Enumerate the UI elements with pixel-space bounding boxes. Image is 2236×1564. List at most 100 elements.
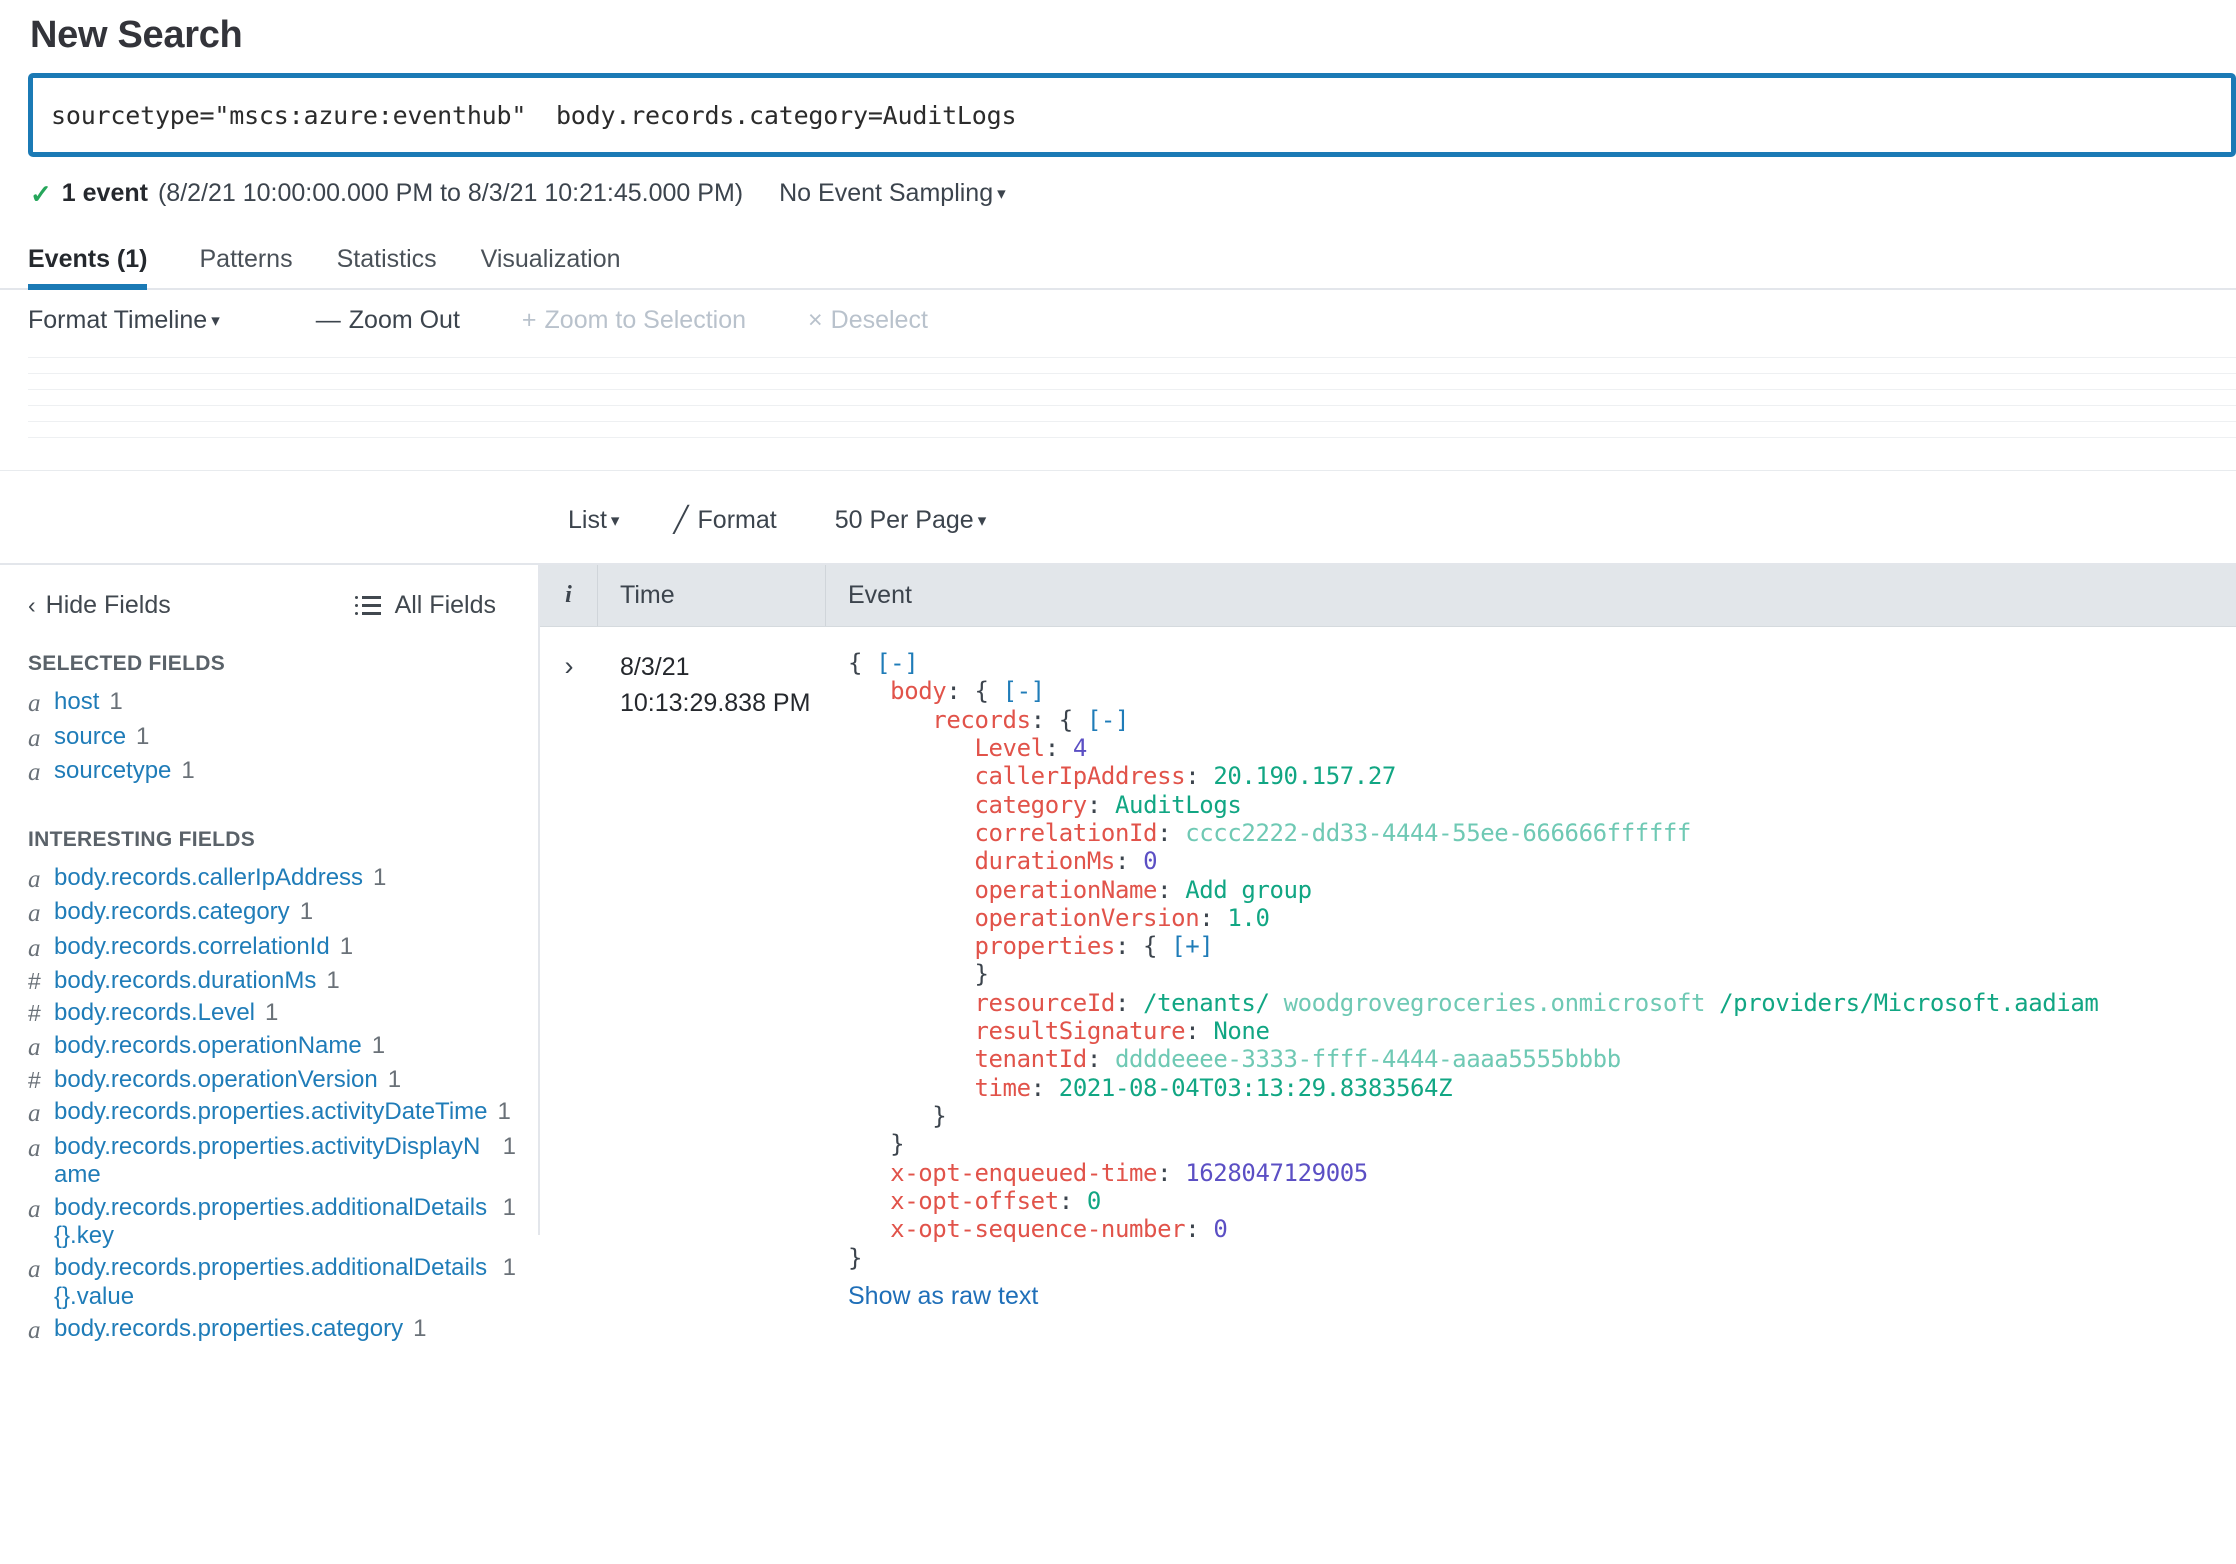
per-page-dropdown[interactable]: 50 Per Page ▾ [835,506,987,535]
result-tabs: Events (1) Patterns Statistics Visualiza… [0,228,2236,290]
json-line: time: 2021-08-04T03:13:29.8383564Z [848,1074,2236,1102]
json-key: tenantId [974,1045,1087,1074]
json-line: operationName: Add group [848,876,2236,904]
format-timeline-dropdown[interactable]: Format Timeline ▾ [28,306,220,335]
field-item[interactable]: a body.records.properties.additionalDetai… [0,1192,538,1253]
timeline-gridline [28,405,2236,406]
search-bar[interactable] [28,73,2236,157]
hide-fields-button[interactable]: ‹ Hide Fields [28,591,171,620]
field-item[interactable]: # body.records.Level 1 [0,997,538,1029]
json-value: } [890,1130,905,1159]
field-name: body.records.Level [54,999,255,1027]
json-collapse-toggle[interactable]: [-] [1003,677,1046,705]
field-item-sourcetype[interactable]: a sourcetype 1 [0,755,538,790]
json-value: : [1185,1017,1214,1046]
field-name: body.records.callerIpAddress [54,863,364,891]
event-timestamp: 8/3/21 10:13:29.838 PM [598,649,826,722]
field-type-icon: a [28,724,41,752]
json-collapse-toggle[interactable]: [-] [1087,706,1130,734]
plus-icon: + [521,306,537,334]
field-item[interactable]: a body.records.properties.category 1 [0,1313,538,1348]
field-item[interactable]: a body.records.properties.additionalDetai… [0,1252,538,1313]
json-line: x-opt-offset: 0 [848,1187,2236,1215]
field-name: body.records.operationVersion [54,1066,378,1094]
field-item[interactable]: a body.records.correlationId 1 [0,931,538,966]
json-collapse-toggle[interactable]: [-] [876,649,919,677]
selected-fields-title: SELECTED FIELDS [28,652,226,675]
json-value: : [1114,988,1144,1017]
tab-patterns[interactable]: Patterns [177,245,314,288]
field-item[interactable]: a body.records.callerIpAddress 1 [0,862,538,897]
field-item[interactable]: a body.records.properties.activityDisplay… [0,1131,538,1192]
json-value: : [1185,1215,1214,1244]
json-line: Level: 4 [848,734,2236,762]
chevron-down-icon: ▾ [997,184,1006,203]
tab-events[interactable]: Events (1) [28,245,169,290]
field-count: 1 [502,1254,516,1282]
json-value: : [1114,847,1144,876]
field-type-icon: a [28,1256,41,1284]
tab-patterns-label: Patterns [199,245,293,273]
json-line: } [848,1130,2236,1158]
show-raw-text-link[interactable]: Show as raw text [848,1282,1038,1311]
json-key: durationMs [974,847,1115,876]
format-results-button[interactable]: ╱ Format [673,505,776,535]
event-sampling-label: No Event Sampling [779,179,994,207]
field-name: host [54,688,100,715]
json-line: } [848,960,2236,988]
json-value: : [1185,762,1214,791]
tab-visualization[interactable]: Visualization [459,245,643,288]
json-value[interactable]: woodgrovegroceries.onmicrosoft [1284,989,1706,1017]
timeline-gridline [28,373,2236,374]
view-mode-dropdown[interactable]: List ▾ [568,506,619,535]
event-json-viewer[interactable]: { [-] body: { [-] records: { [-] Level: … [848,649,2236,1272]
field-name: body.records.properties.additionalDetail… [54,1254,488,1310]
event-sampling-dropdown[interactable]: No Event Sampling ▾ [779,179,1006,208]
field-count: 1 [371,1031,386,1059]
json-line: { [-] [848,649,2236,677]
tab-statistics[interactable]: Statistics [315,245,459,288]
field-item-host[interactable]: a host 1 [0,686,538,721]
field-count: 1 [265,999,279,1027]
field-item[interactable]: # body.records.operationVersion 1 [0,1064,538,1096]
timeline-chart[interactable] [0,351,2236,471]
json-value[interactable]: cccc2222-dd33-4444-55ee-666666ffffff [1185,819,1691,847]
json-value: : [1030,1073,1059,1102]
json-value: /providers/Microsoft.aadiam [1719,988,2099,1017]
all-fields-button[interactable]: All Fields [354,591,496,620]
field-item[interactable]: a body.records.properties.activityDateTim… [0,1096,538,1131]
json-value: : [1157,1158,1186,1187]
json-key: properties [974,932,1115,961]
field-name: body.records.durationMs [54,967,317,994]
json-collapse-toggle[interactable]: [+] [1171,932,1214,960]
json-value: Add group [1185,875,1312,904]
timeline-gridline [28,389,2236,390]
zoom-out-button[interactable]: — Zoom Out [316,306,460,335]
json-value[interactable]: ddddeeee-3333-ffff-4444-aaaa5555bbbb [1115,1045,1621,1073]
table-row: › 8/3/21 10:13:29.838 PM { [-] body: { [… [540,627,2236,1311]
field-item[interactable]: a body.records.category 1 [0,896,538,931]
json-key: x-opt-offset [890,1186,1059,1215]
json-key: correlationId [974,818,1158,847]
field-name: body.records.properties.additionalDetail… [54,1193,488,1249]
search-input[interactable] [33,78,2231,152]
field-item-source[interactable]: a source 1 [0,721,538,756]
field-count: 1 [497,1098,511,1126]
results-header-row: i Time Event [540,565,2236,627]
json-value: AuditLogs [1114,790,1242,819]
expand-row-toggle[interactable]: › [540,649,598,680]
json-line: correlationId: cccc2222-dd33-4444-55ee-6… [848,819,2236,847]
field-count: 1 [373,863,387,891]
chevron-down-icon: ▾ [211,311,220,330]
field-count: 1 [181,757,195,784]
field-item[interactable]: # body.records.durationMs 1 [0,965,538,997]
search-body: ‹ Hide Fields All Fields SELECTED FIELDS… [0,563,2236,1344]
field-name: body.records.category [54,898,290,925]
field-item[interactable]: a body.records.operationName 1 [0,1030,538,1065]
